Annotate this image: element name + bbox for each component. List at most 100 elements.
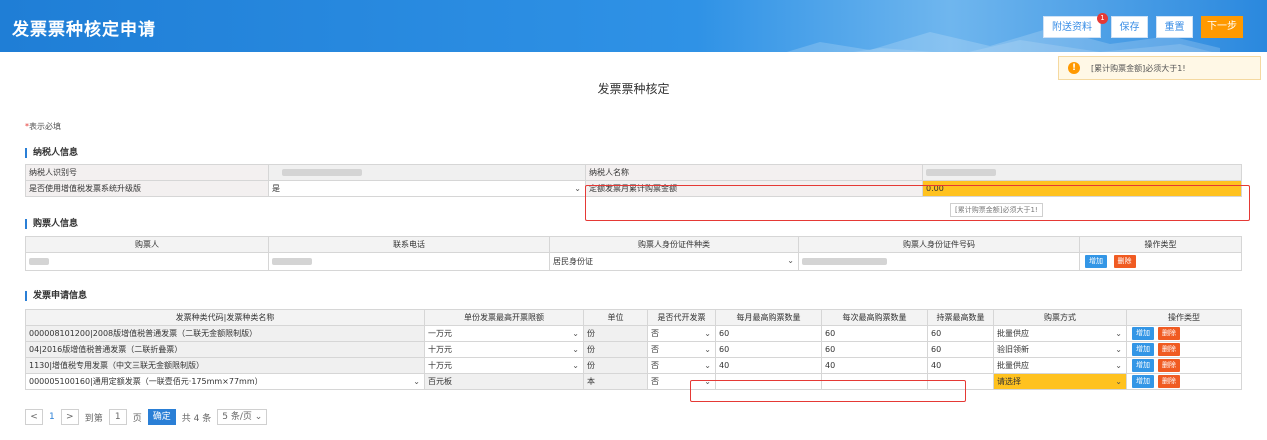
proxy-value: 否	[651, 361, 659, 370]
table-row: 04|2016版增值税普通发票（二联折叠票） 十万元 ⌄ 份 否 ⌄ 60 60 6…	[25, 341, 1242, 358]
next-step-button[interactable]: 下一步	[1201, 16, 1243, 38]
goto-page-input[interactable]: 1	[108, 409, 127, 425]
buyer-header-ops: 操作类型	[1079, 236, 1242, 253]
taxpayer-id-label: 纳税人识别号	[25, 164, 269, 181]
buyer-name-input[interactable]	[25, 252, 269, 271]
invoice-header-each: 每次最高购票数量	[821, 309, 928, 326]
unit-cell: 份	[583, 357, 648, 374]
row-ops-cell: 增加 删除	[1126, 373, 1242, 390]
invoice-header-limit: 单份发票最高开票限额	[424, 309, 584, 326]
limit-select[interactable]: 十万元 ⌄	[424, 357, 584, 374]
required-note: *表示必填	[25, 121, 61, 132]
row-delete-button[interactable]: 删除	[1158, 327, 1180, 340]
proxy-select[interactable]: 否 ⌄	[647, 341, 716, 358]
proxy-value: 否	[651, 377, 659, 386]
row-add-button[interactable]: 增加	[1132, 375, 1154, 388]
chevron-down-icon: ⌄	[704, 377, 711, 386]
unit-cell: 份	[583, 325, 648, 342]
attach-docs-button[interactable]: 附送资料	[1043, 16, 1101, 38]
invoice-section-title: 发票申请信息	[25, 291, 87, 301]
goto-label: 到第	[84, 413, 103, 424]
monthly-qty-input[interactable]: 40	[715, 357, 822, 374]
reset-button[interactable]: 重置	[1156, 16, 1193, 38]
row-add-button[interactable]: 增加	[1132, 327, 1154, 340]
row-ops-cell: 增加 删除	[1126, 357, 1242, 374]
proxy-select[interactable]: 否 ⌄	[647, 373, 716, 390]
goto-confirm-button[interactable]: 确定	[147, 409, 176, 425]
table-row: 1130|增值税专用发票（中文三联无金额限制版） 十万元 ⌄ 份 否 ⌄ 40 40…	[25, 357, 1242, 374]
chevron-down-icon: ⌄	[572, 345, 579, 354]
taxpayer-name-value	[922, 164, 1242, 181]
row-delete-button[interactable]: 删除	[1158, 343, 1180, 356]
chevron-down-icon: ⌄	[1115, 361, 1122, 370]
limit-select[interactable]: 一万元 ⌄	[424, 325, 584, 342]
hold-qty-input[interactable]: 60	[927, 325, 994, 342]
each-qty-input[interactable]: 60	[821, 325, 928, 342]
toast-message: [累计购票金额]必须大于1!	[1091, 64, 1186, 73]
each-qty-input[interactable]: 60	[821, 341, 928, 358]
invoice-header-monthly: 每月最高购票数量	[715, 309, 822, 326]
required-note-text: 表示必填	[29, 122, 61, 131]
invoice-apply-table: 发票种类代码|发票种类名称 单份发票最高开票限额 单位 是否代开发票 每月最高购…	[25, 309, 1242, 390]
invoice-type-select[interactable]: 000005100160|通用定额发票（一联壹佰元·175mm×77mm） ⌄	[25, 373, 425, 390]
chevron-down-icon: ⌄	[704, 345, 711, 354]
prev-page-button[interactable]: <	[25, 409, 43, 425]
monthly-qty-input[interactable]	[715, 373, 822, 390]
buyer-id-type-value: 居民身份证	[553, 257, 593, 266]
save-button[interactable]: 保存	[1111, 16, 1148, 38]
upgrade-system-select[interactable]: 是 ⌄	[268, 180, 586, 197]
buyer-header-phone: 联系电话	[268, 236, 550, 253]
monthly-qty-input[interactable]: 60	[715, 325, 822, 342]
monthly-amount-input[interactable]: 0.00	[922, 180, 1242, 197]
each-qty-input[interactable]: 40	[821, 357, 928, 374]
proxy-select[interactable]: 否 ⌄	[647, 357, 716, 374]
each-qty-input[interactable]	[821, 373, 928, 390]
hold-qty-input[interactable]	[927, 373, 994, 390]
page-size-select[interactable]: 5 条/页 ⌄	[217, 409, 268, 425]
hold-qty-input[interactable]: 60	[927, 341, 994, 358]
unit-cell: 本	[583, 373, 648, 390]
taxpayer-name-label: 纳税人名称	[585, 164, 923, 181]
page-label: 页	[132, 413, 142, 424]
row-delete-button[interactable]: 删除	[1158, 359, 1180, 372]
taxpayer-info-table: 纳税人识别号 纳税人名称 是否使用增值税发票系统升级版 是 ⌄ 定额发票月累计购票…	[25, 164, 1242, 197]
method-select[interactable]: 验旧领新 ⌄	[993, 341, 1127, 358]
chevron-down-icon: ⌄	[572, 329, 579, 338]
total-count: 共 4 条	[181, 413, 212, 424]
limit-value: 一万元	[428, 329, 452, 338]
row-add-button[interactable]: 增加	[1132, 343, 1154, 356]
chevron-down-icon: ⌄	[704, 361, 711, 370]
hold-qty-input[interactable]: 40	[927, 357, 994, 374]
buyer-add-button[interactable]: 增加	[1085, 255, 1107, 268]
limit-value: 十万元	[428, 361, 452, 370]
current-page[interactable]: 1	[49, 412, 55, 422]
proxy-value: 否	[651, 329, 659, 338]
buyer-delete-button[interactable]: 删除	[1113, 255, 1136, 268]
limit-select[interactable]: 十万元 ⌄	[424, 341, 584, 358]
proxy-select[interactable]: 否 ⌄	[647, 325, 716, 342]
buyer-phone-input[interactable]	[268, 252, 550, 271]
invoice-type-value: 000005100160|通用定额发票（一联壹佰元·175mm×77mm）	[29, 377, 263, 386]
warning-icon: !	[1068, 62, 1080, 74]
buyer-id-type-select[interactable]: 居民身份证 ⌄	[549, 252, 799, 271]
method-select[interactable]: 批量供应 ⌄	[993, 357, 1127, 374]
method-select[interactable]: 批量供应 ⌄	[993, 325, 1127, 342]
monthly-qty-input[interactable]: 60	[715, 341, 822, 358]
method-value: 验旧领新	[997, 345, 1029, 354]
buyer-ops-cell: 增加 删除	[1079, 252, 1242, 271]
invoice-type-cell: 000008101200|2008版增值税普通发票（二联无金额限制版）	[25, 325, 425, 342]
chevron-down-icon: ⌄	[574, 184, 581, 193]
next-page-button[interactable]: >	[60, 409, 79, 425]
chevron-down-icon: ⌄	[787, 256, 794, 265]
notification-badge: 1	[1097, 13, 1108, 24]
table-row: 000008101200|2008版增值税普通发票（二联无金额限制版） 一万元 ⌄…	[25, 325, 1242, 342]
invoice-header-ops: 操作类型	[1126, 309, 1242, 326]
invoice-type-cell: 04|2016版增值税普通发票（二联折叠票）	[25, 341, 425, 358]
table-row: 000005100160|通用定额发票（一联壹佰元·175mm×77mm） ⌄ 百…	[25, 373, 1242, 390]
limit-cell: 百元板	[424, 373, 584, 390]
page-title: 发票票种核定	[597, 82, 670, 96]
row-delete-button[interactable]: 删除	[1158, 375, 1180, 388]
method-select[interactable]: 请选择 ⌄	[993, 373, 1127, 390]
row-add-button[interactable]: 增加	[1132, 359, 1154, 372]
buyer-id-number-input[interactable]	[798, 252, 1080, 271]
